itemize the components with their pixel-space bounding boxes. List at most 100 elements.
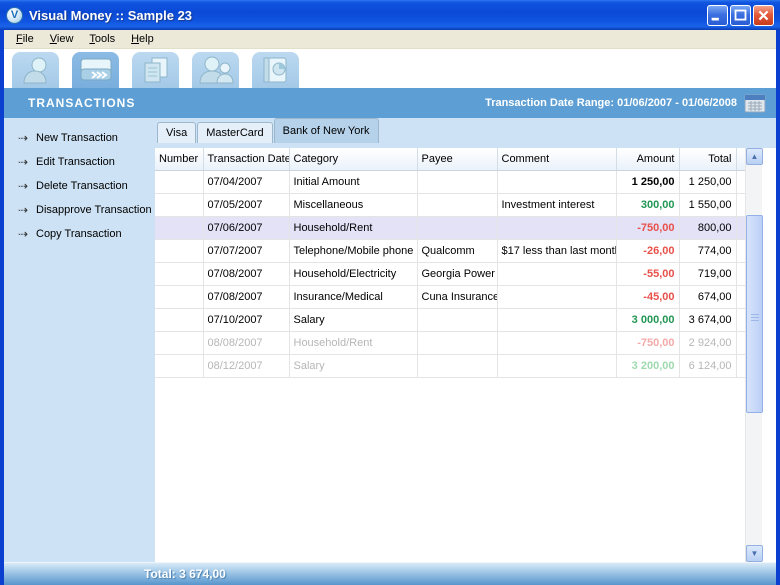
toolbar-button-transactions[interactable]: [72, 52, 119, 88]
cell-filler: [736, 216, 745, 239]
cell-payee: Georgia Power: [417, 262, 497, 285]
cell-payee: [417, 170, 497, 193]
cell-payee: Qualcomm: [417, 239, 497, 262]
tab-visa[interactable]: Visa: [157, 122, 196, 143]
cell-category: Initial Amount: [289, 170, 417, 193]
cell-category: Household/Rent: [289, 331, 417, 354]
menu-item-help[interactable]: Help: [123, 31, 162, 47]
cell-comment: [497, 170, 616, 193]
cell-date: 07/08/2007: [203, 262, 289, 285]
cell-date: 07/08/2007: [203, 285, 289, 308]
column-header-amount[interactable]: Amount: [616, 148, 679, 170]
column-header-total[interactable]: Total: [679, 148, 736, 170]
menu-item-file[interactable]: File: [8, 31, 42, 47]
sidebar-item-delete-transaction[interactable]: Delete Transaction: [4, 174, 155, 198]
minimize-icon: [712, 17, 719, 20]
status-bar: Total: 3 674,00: [4, 562, 776, 585]
cell-payee: Cuna Insurance: [417, 285, 497, 308]
cell-amount: 3 000,00: [616, 308, 679, 331]
tab-mastercard[interactable]: MasterCard: [197, 122, 272, 143]
cell-number: [155, 193, 203, 216]
table-row[interactable]: 07/04/2007 Initial Amount 1 250,00 1 250…: [155, 170, 745, 193]
cell-comment: [497, 308, 616, 331]
cell-comment: [497, 354, 616, 377]
tab-bank-of-new-york[interactable]: Bank of New York: [274, 118, 379, 143]
cell-total: 3 674,00: [679, 308, 736, 331]
cell-category: Telephone/Mobile phone: [289, 239, 417, 262]
transactions-table: Number Transaction Date Category Payee C…: [155, 148, 745, 562]
column-header-date[interactable]: Transaction Date: [203, 148, 289, 170]
cell-filler: [736, 331, 745, 354]
close-button[interactable]: [753, 5, 774, 26]
scroll-up-button[interactable]: ▲: [746, 148, 763, 165]
table-row[interactable]: 07/05/2007 Miscellaneous Investment inte…: [155, 193, 745, 216]
main-toolbar: [4, 49, 776, 88]
sidebar: New Transaction Edit Transaction Delete …: [4, 118, 155, 562]
toolbar-button-payees[interactable]: [192, 52, 239, 88]
cell-filler: [736, 262, 745, 285]
cell-number: [155, 331, 203, 354]
right-gap: [762, 148, 776, 562]
cell-date: 07/05/2007: [203, 193, 289, 216]
cell-category: Salary: [289, 308, 417, 331]
calendar-icon[interactable]: [744, 94, 766, 113]
cell-number: [155, 262, 203, 285]
menu-item-tools[interactable]: Tools: [81, 31, 123, 47]
sidebar-item-label: Edit Transaction: [36, 156, 115, 168]
arrow-right-icon: [18, 131, 36, 145]
sidebar-item-label: New Transaction: [36, 132, 118, 144]
sidebar-item-edit-transaction[interactable]: Edit Transaction: [4, 150, 155, 174]
cell-payee: [417, 193, 497, 216]
toolbar-button-accounts[interactable]: [12, 52, 59, 88]
table-row[interactable]: 07/07/2007 Telephone/Mobile phone Qualco…: [155, 239, 745, 262]
scrollbar-grip-icon: [751, 314, 759, 322]
sidebar-item-label: Disapprove Transaction: [36, 204, 152, 216]
column-header-comment[interactable]: Comment: [497, 148, 616, 170]
cell-filler: [736, 354, 745, 377]
sidebar-item-copy-transaction[interactable]: Copy Transaction: [4, 222, 155, 246]
cell-amount: -26,00: [616, 239, 679, 262]
cell-date: 08/08/2007: [203, 331, 289, 354]
cell-filler: [736, 239, 745, 262]
cell-payee: [417, 331, 497, 354]
menu-item-view[interactable]: View: [42, 31, 82, 47]
people-icon: [198, 55, 234, 85]
table-row[interactable]: 07/08/2007 Household/Electricity Georgia…: [155, 262, 745, 285]
cell-comment: [497, 262, 616, 285]
column-header-payee[interactable]: Payee: [417, 148, 497, 170]
report-book-icon: [260, 55, 292, 85]
vertical-scrollbar[interactable]: ▲ ▼: [745, 148, 762, 562]
table-row[interactable]: 07/08/2007 Insurance/Medical Cuna Insura…: [155, 285, 745, 308]
scrollbar-thumb[interactable]: [746, 215, 763, 413]
table-row[interactable]: 07/10/2007 Salary 3 000,00 3 674,00: [155, 308, 745, 331]
cell-number: [155, 285, 203, 308]
cell-amount: 3 200,00: [616, 354, 679, 377]
toolbar-button-reports[interactable]: [252, 52, 299, 88]
cell-payee: [417, 308, 497, 331]
tab-label: Visa: [166, 127, 187, 139]
cell-date: 07/10/2007: [203, 308, 289, 331]
cell-category: Salary: [289, 354, 417, 377]
table-row[interactable]: 07/06/2007 Household/Rent -750,00 800,00: [155, 216, 745, 239]
column-header-number[interactable]: Number: [155, 148, 203, 170]
menu-bar: FileViewToolsHelp: [4, 30, 776, 49]
toolbar-button-scheduled[interactable]: [132, 52, 179, 88]
table-row[interactable]: 08/12/2007 Salary 3 200,00 6 124,00: [155, 354, 745, 377]
sidebar-item-disapprove-transaction[interactable]: Disapprove Transaction: [4, 198, 155, 222]
cell-filler: [736, 193, 745, 216]
column-header-category[interactable]: Category: [289, 148, 417, 170]
maximize-button[interactable]: [730, 5, 751, 26]
minimize-button[interactable]: [707, 5, 728, 26]
cell-amount: 1 250,00: [616, 170, 679, 193]
scroll-down-button[interactable]: ▼: [746, 545, 763, 562]
cell-total: 2 924,00: [679, 331, 736, 354]
cell-category: Household/Electricity: [289, 262, 417, 285]
tab-label: Bank of New York: [283, 125, 370, 137]
tab-label: MasterCard: [206, 127, 263, 139]
sidebar-item-new-transaction[interactable]: New Transaction: [4, 126, 155, 150]
cell-comment: Investment interest: [497, 193, 616, 216]
cell-total: 800,00: [679, 216, 736, 239]
arrow-right-icon: [18, 155, 36, 169]
table-row[interactable]: 08/08/2007 Household/Rent -750,00 2 924,…: [155, 331, 745, 354]
cell-amount: 300,00: [616, 193, 679, 216]
